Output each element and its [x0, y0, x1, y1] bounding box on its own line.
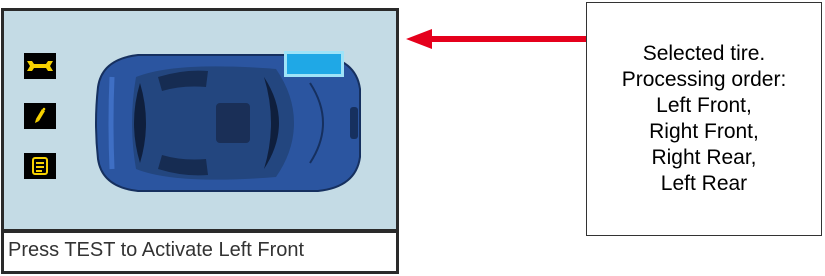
tpms-device-screen: Press TEST to Activate Left Front	[1, 8, 399, 274]
pencil-icon	[35, 107, 46, 123]
wrench-icon	[27, 61, 53, 71]
status-message: Press TEST to Activate Left Front	[8, 239, 305, 261]
callout-line: Processing order:	[621, 68, 787, 91]
callout-line: Right Front,	[649, 120, 759, 143]
document-icon	[32, 157, 48, 175]
status-bar: Press TEST to Activate Left Front	[4, 233, 396, 271]
callout-box: Selected tire. Processing order: Left Fr…	[586, 2, 822, 236]
edit-button[interactable]	[24, 103, 56, 129]
report-button[interactable]	[24, 153, 56, 179]
callout-line: Left Front,	[656, 94, 752, 117]
left-front-tire-highlight[interactable]	[284, 51, 344, 77]
callout-line: Right Rear,	[651, 146, 757, 169]
display-area	[4, 11, 396, 229]
callout-line: Left Rear	[660, 172, 748, 195]
tools-button[interactable]	[24, 53, 56, 79]
callout-line: Selected tire.	[642, 42, 766, 65]
pointer-arrow-icon	[406, 29, 588, 49]
